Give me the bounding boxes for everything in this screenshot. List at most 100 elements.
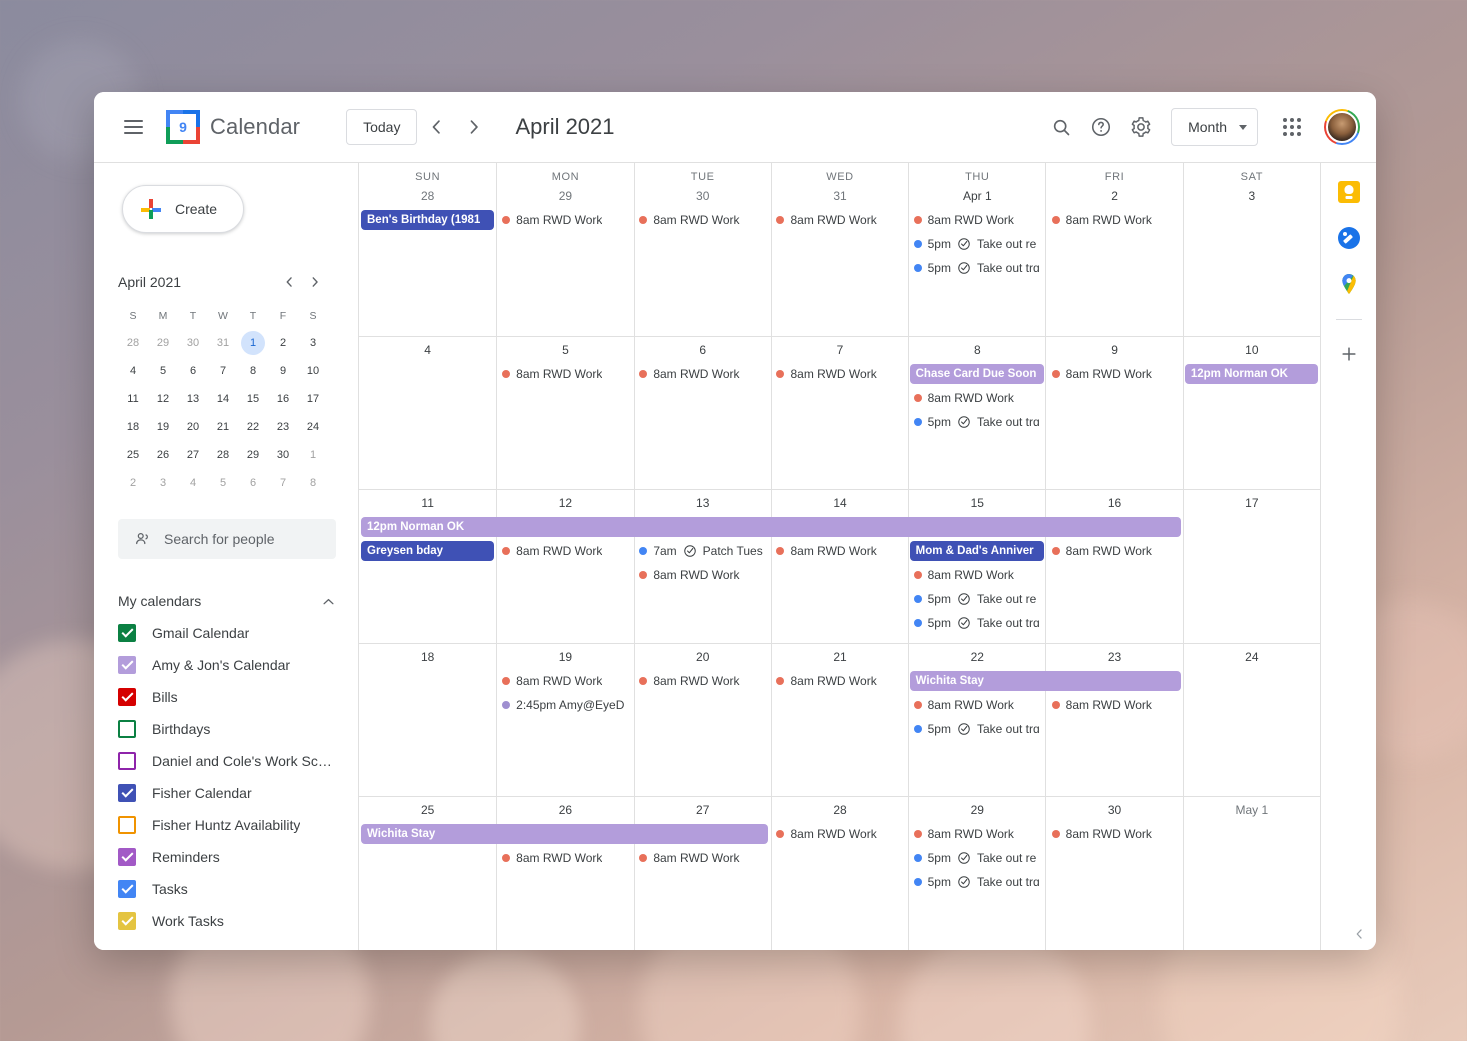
google-maps-icon[interactable] bbox=[1338, 273, 1360, 295]
task-event-row[interactable]: 5pmTake out trɑ bbox=[910, 718, 1044, 740]
day-cell[interactable]: 25 bbox=[359, 797, 496, 950]
mini-calendar-day[interactable]: 2 bbox=[118, 469, 148, 497]
my-calendars-header[interactable]: My calendars bbox=[118, 585, 342, 617]
mini-calendar-day[interactable]: 25 bbox=[118, 441, 148, 469]
calendar-checkbox[interactable] bbox=[118, 624, 136, 642]
day-cell[interactable]: 23 bbox=[1045, 644, 1182, 797]
day-number[interactable]: 28 bbox=[359, 183, 496, 209]
day-number[interactable]: 6 bbox=[635, 337, 771, 363]
day-cell[interactable]: 30 bbox=[634, 183, 771, 336]
day-cell[interactable]: 7 bbox=[771, 337, 908, 490]
previous-month-icon[interactable] bbox=[417, 108, 455, 146]
day-cell[interactable]: 6 bbox=[634, 337, 771, 490]
calendar-event[interactable]: 8am RWD Work bbox=[1046, 363, 1183, 387]
day-number[interactable]: Apr 1 bbox=[909, 183, 1045, 209]
day-number[interactable]: 15 bbox=[909, 490, 1045, 516]
day-number[interactable]: 14 bbox=[772, 490, 908, 516]
mini-calendar-day[interactable]: 24 bbox=[298, 413, 328, 441]
mini-calendar-day[interactable]: 30 bbox=[178, 329, 208, 357]
day-number[interactable]: 16 bbox=[1046, 490, 1182, 516]
event-row[interactable]: 8am RWD Work bbox=[910, 823, 1044, 845]
day-number[interactable]: 2 bbox=[1046, 183, 1182, 209]
event-row[interactable]: 8am RWD Work bbox=[1048, 540, 1181, 562]
day-cell[interactable]: 11 bbox=[359, 490, 496, 643]
calendar-list-item[interactable]: Tasks bbox=[94, 873, 358, 905]
calendar-event[interactable]: 8am RWD Work bbox=[770, 823, 907, 847]
day-number[interactable]: 4 bbox=[359, 337, 496, 363]
calendar-event[interactable]: 8am RWD Work bbox=[908, 209, 1046, 233]
calendar-checkbox[interactable] bbox=[118, 816, 136, 834]
mini-calendar-day[interactable]: 15 bbox=[238, 385, 268, 413]
task-event-row[interactable]: 5pmTake out re bbox=[910, 847, 1044, 869]
calendar-event[interactable]: 8am RWD Work bbox=[908, 387, 1046, 411]
calendar-list-item[interactable]: Daniel and Cole's Work Sc… bbox=[94, 745, 358, 777]
calendar-checkbox[interactable] bbox=[118, 656, 136, 674]
mini-calendar-day[interactable]: 30 bbox=[268, 441, 298, 469]
view-selector[interactable]: Month bbox=[1171, 108, 1258, 146]
day-number[interactable]: 22 bbox=[909, 644, 1045, 670]
day-cell[interactable]: 9 bbox=[1045, 337, 1182, 490]
event-row[interactable]: 8am RWD Work bbox=[498, 670, 631, 692]
mini-calendar-day[interactable]: 20 bbox=[178, 413, 208, 441]
mini-calendar-day[interactable]: 8 bbox=[298, 469, 328, 497]
calendar-checkbox[interactable] bbox=[118, 848, 136, 866]
calendar-event[interactable]: 5pmTake out re bbox=[908, 233, 1046, 257]
event-chip[interactable]: Wichita Stay bbox=[361, 824, 768, 844]
mini-calendar-day[interactable]: 7 bbox=[208, 357, 238, 385]
mini-calendar-day[interactable]: 18 bbox=[118, 413, 148, 441]
mini-calendar-day[interactable]: 7 bbox=[268, 469, 298, 497]
calendar-event[interactable]: 8am RWD Work bbox=[633, 670, 770, 694]
calendar-event[interactable]: 8am RWD Work bbox=[633, 847, 770, 871]
plus-icon[interactable] bbox=[1339, 344, 1359, 368]
day-cell[interactable]: 17 bbox=[1183, 490, 1320, 643]
calendar-list-item[interactable]: Bills bbox=[94, 681, 358, 713]
search-icon[interactable] bbox=[1041, 107, 1081, 147]
event-row[interactable]: 8am RWD Work bbox=[772, 670, 905, 692]
mini-calendar-day[interactable]: 28 bbox=[118, 329, 148, 357]
gear-icon[interactable] bbox=[1121, 107, 1161, 147]
mini-calendar-day[interactable]: 23 bbox=[268, 413, 298, 441]
day-number[interactable]: 17 bbox=[1184, 490, 1320, 516]
calendar-event[interactable]: Chase Card Due Soon bbox=[908, 363, 1046, 387]
day-number[interactable]: 10 bbox=[1184, 337, 1320, 363]
day-number[interactable]: 3 bbox=[1184, 183, 1320, 209]
calendar-event[interactable]: 8am RWD Work bbox=[633, 363, 770, 387]
help-icon[interactable] bbox=[1081, 107, 1121, 147]
mini-calendar-day[interactable]: 4 bbox=[178, 469, 208, 497]
event-chip[interactable]: Mom & Dad's Anniver bbox=[910, 541, 1044, 561]
day-cell[interactable]: 27 bbox=[634, 797, 771, 950]
day-number[interactable]: 29 bbox=[909, 797, 1045, 823]
apps-grid-icon[interactable] bbox=[1272, 107, 1312, 147]
event-row[interactable]: 8am RWD Work bbox=[910, 564, 1044, 586]
day-number[interactable]: 26 bbox=[497, 797, 633, 823]
mini-calendar-day[interactable]: 27 bbox=[178, 441, 208, 469]
day-cell[interactable]: 12 bbox=[496, 490, 633, 643]
mini-calendar-day[interactable]: 17 bbox=[298, 385, 328, 413]
calendar-list-item[interactable]: Birthdays bbox=[94, 713, 358, 745]
mini-calendar-day[interactable]: 3 bbox=[298, 329, 328, 357]
calendar-list-item[interactable]: Amy & Jon's Calendar bbox=[94, 649, 358, 681]
day-number[interactable]: 5 bbox=[497, 337, 633, 363]
calendar-event[interactable]: 8am RWD Work bbox=[1046, 823, 1183, 847]
calendar-event[interactable]: 8am RWD Work bbox=[633, 209, 770, 233]
calendar-event[interactable]: Ben's Birthday (1981 bbox=[359, 209, 496, 233]
day-number[interactable]: 21 bbox=[772, 644, 908, 670]
calendar-event[interactable]: 8am RWD Work bbox=[908, 694, 1046, 718]
mini-calendar-day[interactable]: 1 bbox=[298, 441, 328, 469]
calendar-event[interactable]: 8am RWD Work bbox=[770, 540, 907, 564]
task-event-row[interactable]: 5pmTake out trɑ bbox=[910, 612, 1044, 634]
mini-calendar-day[interactable]: 1 bbox=[238, 329, 268, 357]
event-row[interactable]: 8am RWD Work bbox=[910, 209, 1044, 231]
mini-calendar-day[interactable]: 3 bbox=[148, 469, 178, 497]
chevron-up-icon[interactable] bbox=[314, 587, 342, 615]
event-row[interactable]: 8am RWD Work bbox=[772, 540, 905, 562]
day-cell[interactable]: 4 bbox=[359, 337, 496, 490]
mini-calendar-day[interactable]: 8 bbox=[238, 357, 268, 385]
calendar-event[interactable]: 7amPatch Tues bbox=[633, 540, 770, 564]
calendar-list-item[interactable]: Fisher Calendar bbox=[94, 777, 358, 809]
calendar-event[interactable]: 8am RWD Work bbox=[1046, 694, 1183, 718]
calendar-event[interactable]: 8am RWD Work bbox=[496, 540, 633, 564]
mini-calendar-day[interactable]: 9 bbox=[268, 357, 298, 385]
mini-calendar-day[interactable]: 4 bbox=[118, 357, 148, 385]
event-chip[interactable]: Wichita Stay bbox=[910, 671, 1181, 691]
